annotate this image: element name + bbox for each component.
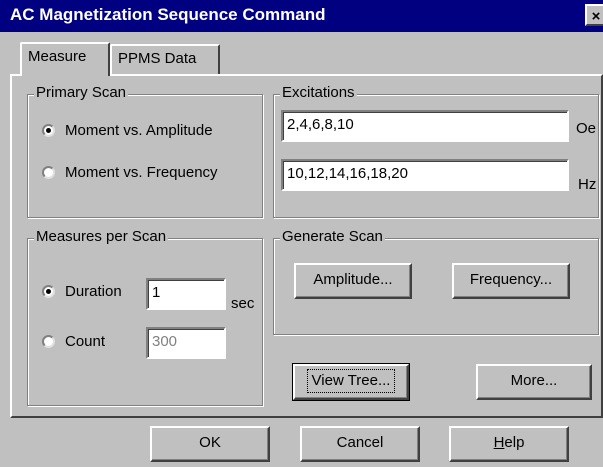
measures-per-scan-group: Measures per Scan xyxy=(27,228,263,406)
more-button[interactable]: More... xyxy=(476,364,592,400)
duration-radio[interactable]: Duration xyxy=(42,283,122,300)
view-tree-button[interactable]: View Tree... xyxy=(292,363,410,401)
moment-vs-frequency-label: Moment vs. Frequency xyxy=(65,164,218,181)
tab-ppms-data[interactable]: PPMS Data xyxy=(110,44,220,74)
tab-measure-label: Measure xyxy=(28,48,87,65)
duration-unit: sec xyxy=(231,295,255,312)
ok-button[interactable]: OK xyxy=(150,426,270,462)
radio-selected-icon xyxy=(42,285,55,298)
radio-unselected-icon xyxy=(42,335,55,348)
tab-ppms-data-label: PPMS Data xyxy=(118,50,197,67)
count-label: Count xyxy=(65,333,106,350)
measures-per-scan-title: Measures per Scan xyxy=(34,228,169,245)
view-tree-label: View Tree... xyxy=(306,369,396,393)
duration-label: Duration xyxy=(65,283,122,300)
tab-measure[interactable]: Measure xyxy=(20,42,110,76)
count-radio[interactable]: Count xyxy=(42,333,105,350)
amplitude-excitation-field[interactable]: 2,4,6,8,10 xyxy=(281,110,569,142)
close-icon[interactable]: × xyxy=(585,4,603,26)
excitations-title: Excitations xyxy=(280,84,357,101)
moment-vs-amplitude-radio[interactable]: Moment vs. Amplitude xyxy=(42,122,213,139)
count-field[interactable]: 300 xyxy=(146,327,226,359)
duration-field[interactable]: 1 xyxy=(146,278,226,310)
title-bar: AC Magnetization Sequence Command × xyxy=(0,0,603,32)
window-title: AC Magnetization Sequence Command xyxy=(10,5,326,24)
moment-vs-frequency-radio[interactable]: Moment vs. Frequency xyxy=(42,164,218,181)
cancel-button[interactable]: Cancel xyxy=(300,426,420,462)
moment-vs-amplitude-label: Moment vs. Amplitude xyxy=(65,122,213,139)
radio-selected-icon xyxy=(42,124,55,137)
frequency-unit: Hz xyxy=(578,176,597,193)
radio-unselected-icon xyxy=(42,166,55,179)
amplitude-button[interactable]: Amplitude... xyxy=(294,263,412,299)
generate-scan-title: Generate Scan xyxy=(280,228,385,245)
help-button[interactable]: Help xyxy=(449,426,569,462)
amplitude-unit: Oe xyxy=(576,120,597,137)
help-label: Help xyxy=(493,434,525,451)
primary-scan-group: Primary Scan xyxy=(27,84,263,218)
primary-scan-title: Primary Scan xyxy=(34,84,129,101)
frequency-button[interactable]: Frequency... xyxy=(452,263,570,299)
frequency-excitation-field[interactable]: 10,12,14,16,18,20 xyxy=(281,159,569,191)
